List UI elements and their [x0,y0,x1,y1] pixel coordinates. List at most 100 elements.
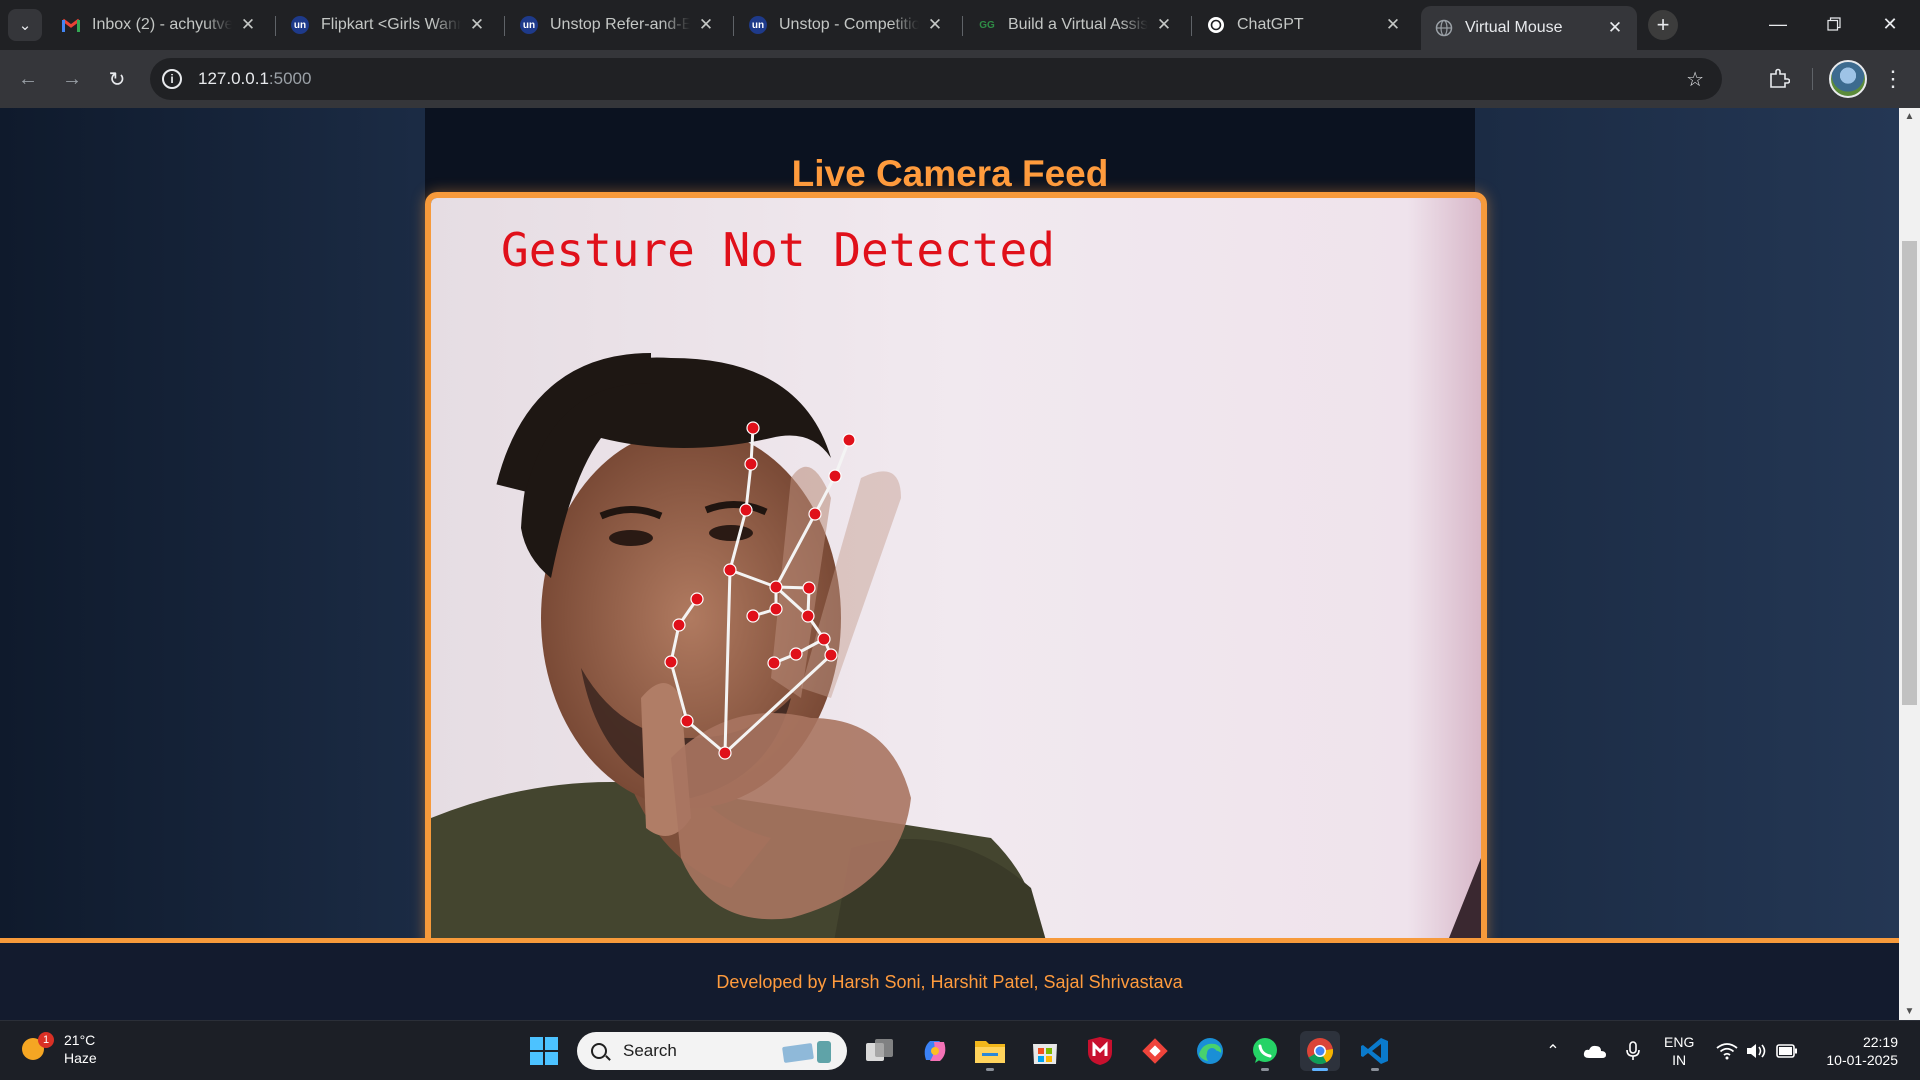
close-icon[interactable]: ✕ [1154,15,1174,35]
tab-title: Build a Virtual Assista [1008,16,1148,33]
microphone-icon [1626,1041,1640,1060]
back-button[interactable]: ← [12,63,44,95]
language-indicator[interactable]: ENG IN [1664,1033,1694,1069]
copilot-button[interactable] [915,1031,955,1071]
anydesk-button[interactable] [1135,1031,1175,1071]
vscode-button[interactable] [1355,1031,1395,1071]
url-port: :5000 [268,69,312,88]
reload-button[interactable]: ↻ [101,63,133,95]
search-label: Search [623,1041,677,1060]
battery-status[interactable] [1774,1031,1800,1071]
tab-search-button[interactable]: ⌄ [8,9,42,41]
tab-title: Inbox (2) - achyutvee [92,16,232,33]
close-icon[interactable]: ✕ [1605,18,1625,38]
chevron-up-icon: ⌃ [1546,1043,1560,1060]
microsoft-store-button[interactable] [1025,1031,1065,1071]
address-bar[interactable]: i 127.0.0.1:5000 ☆ [150,58,1722,100]
onedrive-button[interactable] [1582,1031,1608,1071]
scroll-down-icon[interactable]: ▼ [1899,1003,1920,1020]
toolbar-separator [1812,68,1813,90]
microphone-button[interactable] [1622,1031,1644,1071]
tab-unstop-competition[interactable]: un Unstop - Competitio ✕ [735,6,957,44]
browser-menu-button[interactable]: ⋮ [1880,64,1906,94]
tab-gmail[interactable]: Inbox (2) - achyutvee ✕ [48,6,270,44]
page-title: Live Camera Feed [791,153,1109,194]
close-icon[interactable]: ✕ [1383,15,1403,35]
whatsapp-button[interactable] [1245,1031,1285,1071]
page-viewport: Live Camera Feed Gesture Not Detected De… [0,108,1899,1020]
camera-feed-frame: Gesture Not Detected [425,192,1487,952]
chrome-button[interactable] [1300,1031,1340,1071]
favicon-text: un [293,19,307,31]
close-icon: ✕ [1882,13,1898,34]
edge-icon [1197,1038,1223,1064]
url-host: 127.0.0.1 [198,69,269,88]
vscode-icon [1361,1038,1388,1064]
tab-chatgpt[interactable]: ChatGPT ✕ [1193,6,1415,44]
forward-button[interactable]: → [56,63,88,95]
camera-feed-image: Gesture Not Detected [431,198,1481,946]
extensions-button[interactable] [1766,65,1792,91]
file-explorer-button[interactable] [970,1031,1010,1071]
chrome-icon [1307,1038,1334,1065]
tab-unstop-refer[interactable]: un Unstop Refer-and-Ea ✕ [506,6,728,44]
volume-status[interactable] [1744,1031,1770,1071]
scrollbar-thumb[interactable] [1902,241,1917,705]
url-text[interactable]: 127.0.0.1:5000 [198,69,311,89]
close-icon[interactable]: ✕ [467,15,487,35]
footer-credits: Developed by Harsh Soni, Harshit Patel, … [716,972,1183,992]
bookmark-star-icon[interactable]: ☆ [1686,67,1704,92]
wifi-status[interactable] [1714,1031,1740,1071]
anydesk-icon [1142,1038,1168,1064]
chatgpt-icon [1207,16,1225,34]
tab-separator [1191,16,1192,36]
profile-avatar[interactable] [1829,60,1867,98]
gesture-status-text: Gesture Not Detected [501,223,1055,277]
tab-title: Flipkart <Girls Wanna [321,16,461,33]
taskbar-search[interactable]: Search [577,1032,847,1070]
new-tab-button[interactable]: + [1648,10,1678,40]
clock-date: 10-01-2025 [1826,1052,1898,1068]
chevron-down-icon: ⌄ [18,17,32,34]
tab-geeksforgeeks[interactable]: GG Build a Virtual Assista ✕ [964,6,1186,44]
favicon-text: un [522,19,536,31]
unstop-icon: un [749,16,767,34]
task-view-button[interactable] [860,1031,900,1071]
cloud-icon [1583,1045,1606,1058]
close-icon[interactable]: ✕ [925,15,945,35]
site-info-icon[interactable]: i [162,69,182,89]
wifi-icon [1716,1043,1738,1060]
weather-temp: 21°C [64,1032,96,1048]
tab-flipkart[interactable]: un Flipkart <Girls Wanna ✕ [277,6,499,44]
weather-widget[interactable]: 1 21°C Haze [20,1031,97,1067]
minimize-button[interactable]: — [1750,0,1806,48]
page-scrollbar[interactable]: ▲ ▼ [1899,108,1920,1020]
unstop-icon: un [520,16,538,34]
scroll-up-icon[interactable]: ▲ [1899,108,1920,125]
gmail-icon [62,16,80,34]
clock-time: 22:19 [1862,1034,1898,1050]
browser-toolbar: ← → ↻ i 127.0.0.1:5000 ☆ ⋮ [0,50,1920,108]
more-vertical-icon: ⋮ [1882,66,1904,91]
close-icon[interactable]: ✕ [238,15,258,35]
favicon-text: un [751,19,765,31]
system-clock[interactable]: 22:19 10-01-2025 [1812,1033,1898,1069]
close-icon[interactable]: ✕ [696,15,716,35]
show-hidden-icons-button[interactable]: ⌃ [1542,1031,1564,1071]
tab-separator [733,16,734,36]
tab-title: Virtual Mouse [1465,19,1563,36]
arrow-right-icon: → [62,67,82,90]
restore-button[interactable] [1806,0,1862,48]
start-button[interactable] [524,1031,564,1071]
notification-badge: 1 [38,1032,54,1048]
tab-separator [275,16,276,36]
edge-button[interactable] [1190,1031,1230,1071]
tab-separator [962,16,963,36]
tab-title: Unstop Refer-and-Ea [550,16,690,33]
mcafee-icon [1088,1037,1112,1065]
copilot-icon [924,1041,946,1061]
close-window-button[interactable]: ✕ [1862,0,1918,48]
restore-icon [1827,17,1841,31]
mcafee-button[interactable] [1080,1031,1120,1071]
tab-virtual-mouse[interactable]: Virtual Mouse ✕ [1421,6,1637,50]
